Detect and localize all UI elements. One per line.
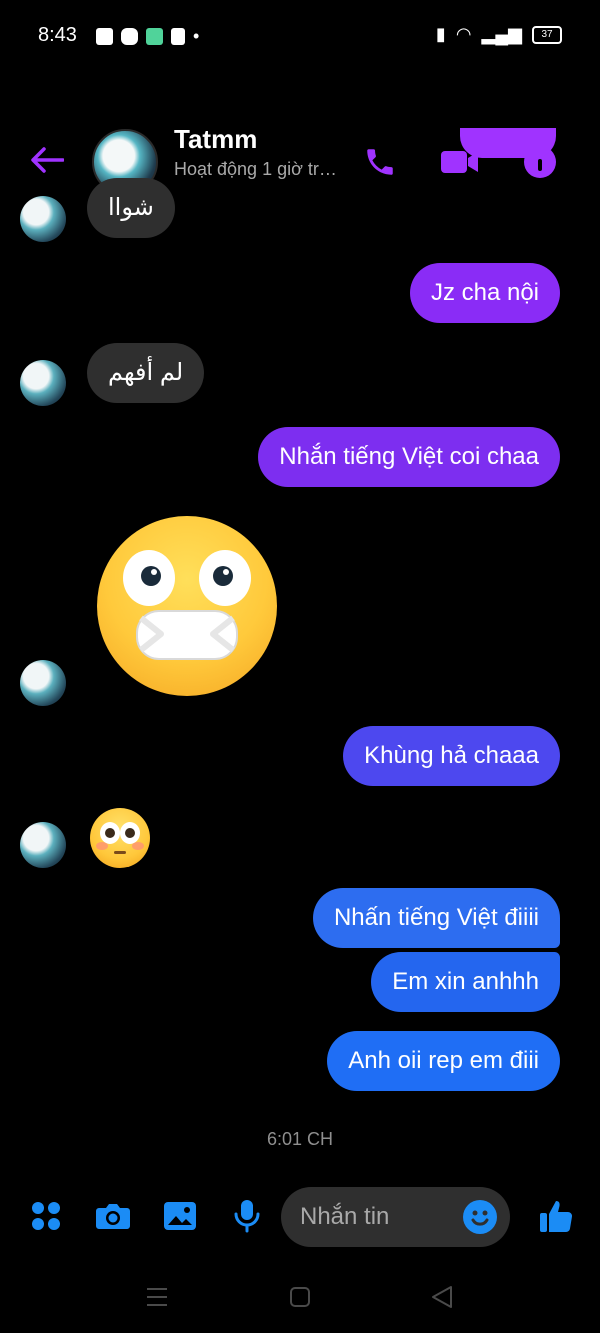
sender-avatar[interactable] xyxy=(20,822,66,868)
notification-icons: • xyxy=(96,27,199,45)
tiktok-icon xyxy=(171,27,185,45)
dot-icon: • xyxy=(193,26,200,46)
message-bubble-outgoing[interactable]: Khùng hả chaaa xyxy=(343,726,560,786)
image-icon xyxy=(164,1202,196,1230)
signal-icon: ▂▄▆ xyxy=(481,24,522,44)
arrow-left-icon xyxy=(31,147,65,173)
back-button[interactable] xyxy=(30,146,65,179)
thumbs-up-icon xyxy=(540,1201,573,1233)
message-input-placeholder: Nhắn tin xyxy=(300,1203,390,1230)
message-bubble-outgoing[interactable]: Nhấn tiếng Việt điiii xyxy=(312,888,560,948)
flushed-face-icon xyxy=(96,822,144,854)
more-actions-button[interactable] xyxy=(28,1198,64,1234)
phone-icon xyxy=(367,149,393,175)
camera-button[interactable] xyxy=(95,1198,131,1234)
recents-nav-button[interactable] xyxy=(146,1287,168,1312)
message-bubble-incoming[interactable]: لم أفهم xyxy=(87,343,205,403)
smiley-icon xyxy=(471,1210,489,1226)
menu-icon xyxy=(147,1288,167,1306)
app-notification-icon xyxy=(146,27,163,45)
message-bubble-outgoing[interactable]: Nhắn tiếng Việt coi chaa xyxy=(258,427,560,487)
four-dots-icon xyxy=(32,1202,60,1230)
sender-avatar[interactable] xyxy=(20,360,66,406)
home-nav-button[interactable] xyxy=(289,1286,311,1313)
wifi-icon: ◠ xyxy=(455,24,472,44)
facebook-icon xyxy=(96,27,113,45)
flushed-emoji[interactable] xyxy=(90,808,150,868)
message-bubble-outgoing[interactable]: Jz cha nội xyxy=(409,263,560,323)
triangle-back-icon xyxy=(432,1286,452,1308)
microphone-icon xyxy=(234,1200,260,1233)
status-time: 8:43 xyxy=(38,24,77,46)
contact-name[interactable]: Tatmm xyxy=(174,124,257,155)
voice-message-button[interactable] xyxy=(229,1198,265,1234)
voice-call-button[interactable] xyxy=(360,142,400,182)
square-icon xyxy=(290,1287,310,1307)
camera-icon xyxy=(96,1204,130,1229)
sender-avatar[interactable] xyxy=(20,196,66,242)
emoji-button[interactable] xyxy=(463,1200,497,1234)
game-controller-icon xyxy=(121,27,138,45)
sender-avatar[interactable] xyxy=(20,660,66,706)
message-bubble-outgoing[interactable]: Em xin anhhh xyxy=(371,952,560,1012)
back-nav-button[interactable] xyxy=(430,1285,454,1314)
battery-icon: 37 xyxy=(532,25,562,44)
previous-message-fragment[interactable] xyxy=(460,128,556,158)
status-system-icons: ▮ ◠ ▂▄▆ 37 xyxy=(436,24,562,45)
message-timestamp: 6:01 CH xyxy=(266,1129,334,1149)
like-button[interactable] xyxy=(538,1198,574,1234)
message-bubble-incoming[interactable]: شواا xyxy=(87,178,175,238)
vibrate-icon: ▮ xyxy=(435,24,446,44)
message-bubble-outgoing[interactable]: Anh oii rep em điii xyxy=(327,1031,560,1091)
gallery-button[interactable] xyxy=(162,1198,198,1234)
system-nav-bar xyxy=(0,1260,600,1333)
grimace-emoji-sticker[interactable] xyxy=(97,516,277,696)
grimace-face-icon xyxy=(123,550,251,660)
contact-status: Hoạt động 1 giờ trước xyxy=(174,159,344,179)
